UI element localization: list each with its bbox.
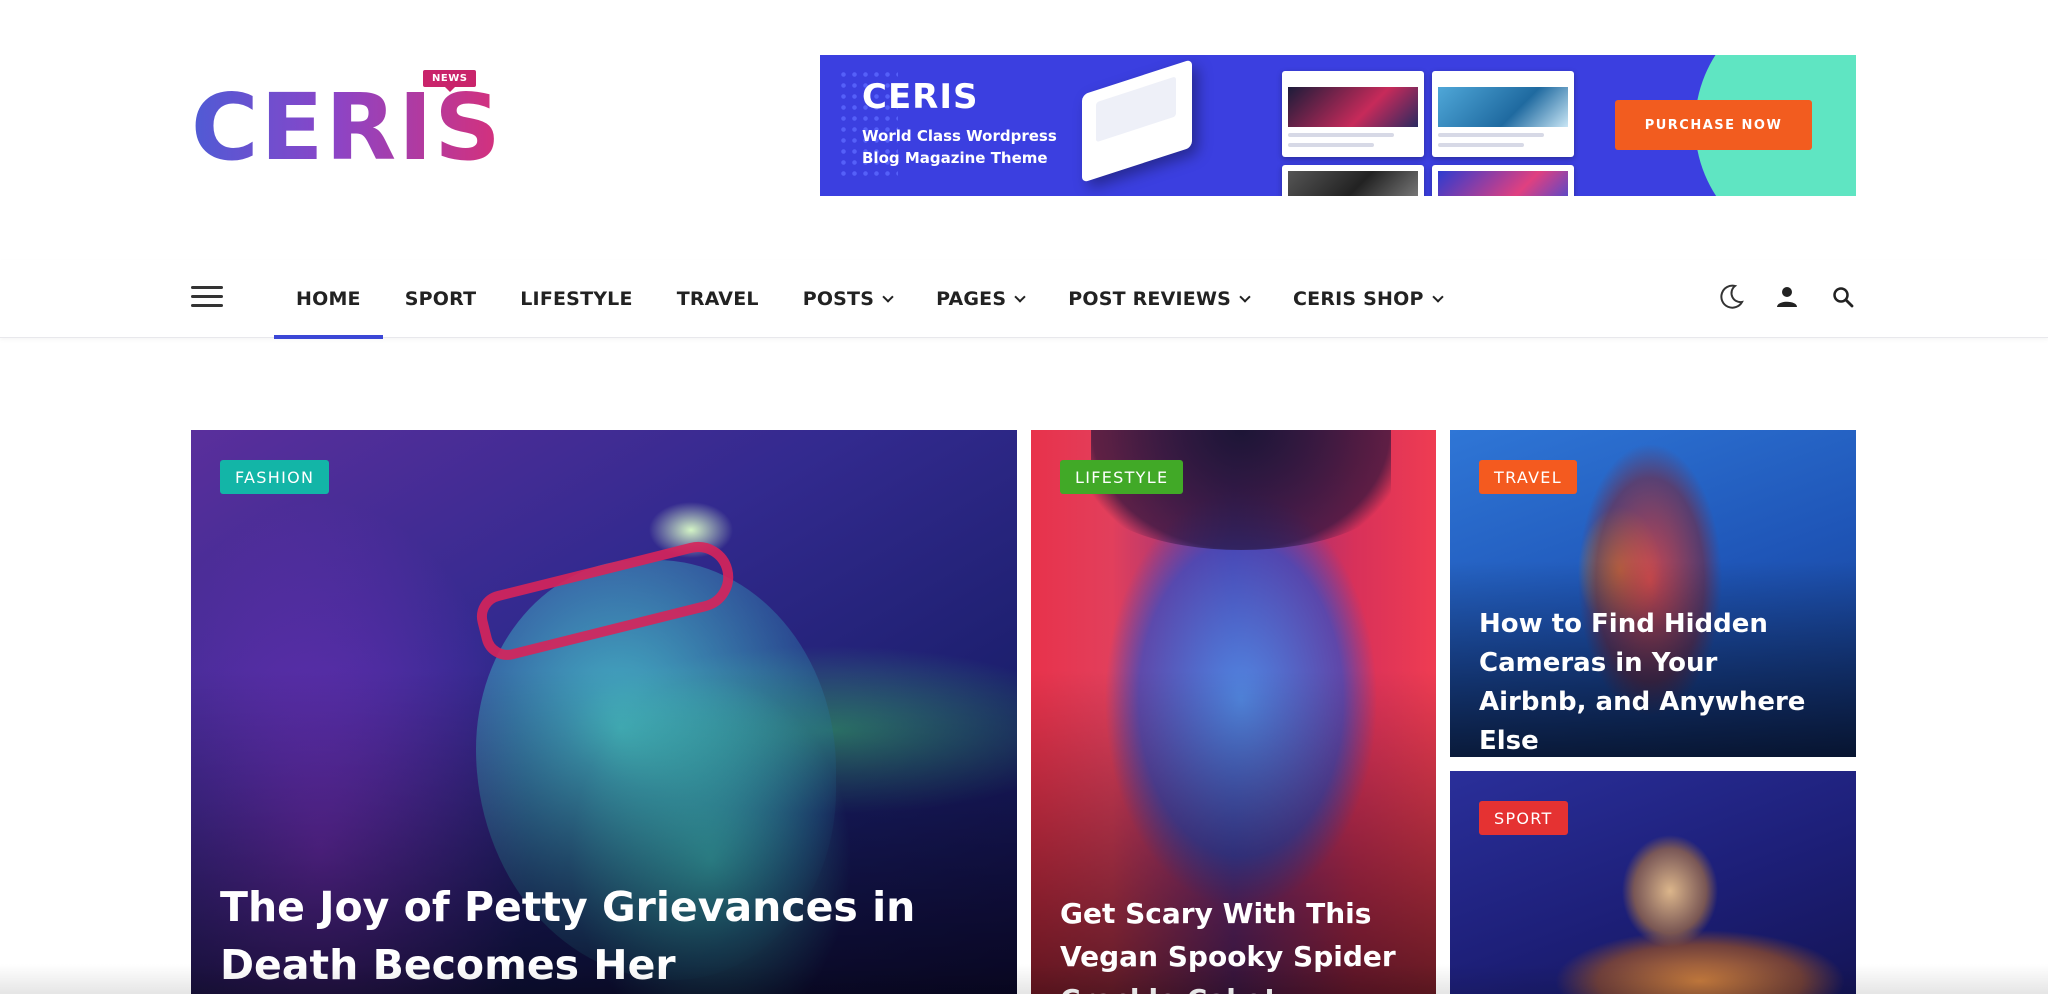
nav-item-label: LIFESTYLE [520,288,633,310]
logo-news-badge: NEWS [423,70,477,92]
nav-item-posts[interactable]: POSTS [781,260,914,338]
nav-item-label: SPORT [404,288,477,310]
moon-icon[interactable] [1716,282,1746,312]
nav-item-ceris-shop[interactable]: CERIS SHOP [1271,260,1464,338]
chevron-down-icon [882,290,894,303]
ad-title: CERIS [862,77,979,117]
category-badge[interactable]: FASHION [220,460,330,494]
nav-item-pages[interactable]: PAGES [914,260,1046,338]
nav-item-label: CERIS SHOP [1293,288,1424,310]
search-icon[interactable] [1828,282,1858,312]
post-card[interactable]: LIFESTYLE Get Scary With This Vegan Spoo… [1031,430,1436,994]
purchase-now-button[interactable]: PURCHASE NOW [1615,100,1812,150]
chevron-down-icon [1431,290,1444,303]
nav-item-lifestyle[interactable]: LIFESTYLE [498,260,654,338]
nav-item-label: POST REVIEWS [1068,288,1231,310]
hamburger-menu-icon[interactable] [191,286,223,308]
ad-laptop-image [1082,59,1192,183]
chevron-down-icon [1014,290,1026,303]
nav-item-travel[interactable]: TRAVEL [655,260,781,338]
ad-banner[interactable]: CERIS World Class Wordpress Blog Magazin… [820,55,1856,196]
nav-item-label: HOME [296,288,361,310]
ad-screenshot [1282,71,1424,157]
main-navbar: HOME SPORT LIFESTYLE TRAVEL POSTS PAGES … [0,260,2048,339]
nav-item-sport[interactable]: SPORT [383,260,499,338]
ad-screenshot [1282,165,1424,196]
user-icon[interactable] [1772,282,1802,312]
logo-wordmark: CERIS [191,74,503,181]
category-badge[interactable]: LIFESTYLE [1060,460,1184,494]
featured-post-card[interactable]: FASHION The Joy of Petty Grievances in D… [191,430,1017,994]
site-logo[interactable]: CERIS NEWS [191,68,501,174]
nav-item-label: PAGES [936,288,1007,310]
nav-item-label: POSTS [802,288,875,310]
category-badge[interactable]: TRAVEL [1479,460,1577,494]
ad-screenshot [1432,165,1574,196]
primary-menu: HOME SPORT LIFESTYLE TRAVEL POSTS PAGES … [274,260,1464,339]
post-card[interactable]: SPORT [1450,771,1856,994]
viewport-bottom-shadow [0,964,2048,994]
chevron-down-icon [1239,290,1251,303]
header-actions [1716,282,1858,312]
post-card[interactable]: TRAVEL How to Find Hidden Cameras in You… [1450,430,1856,757]
ad-screenshot [1432,71,1574,157]
nav-item-home[interactable]: HOME [274,260,383,339]
ad-subtitle: World Class Wordpress Blog Magazine Them… [862,127,1057,167]
category-badge[interactable]: SPORT [1479,801,1568,835]
nav-item-post-reviews[interactable]: POST REVIEWS [1046,260,1271,338]
post-title[interactable]: How to Find Hidden Cameras in Your Airbn… [1479,605,1826,757]
nav-item-label: TRAVEL [676,288,759,310]
